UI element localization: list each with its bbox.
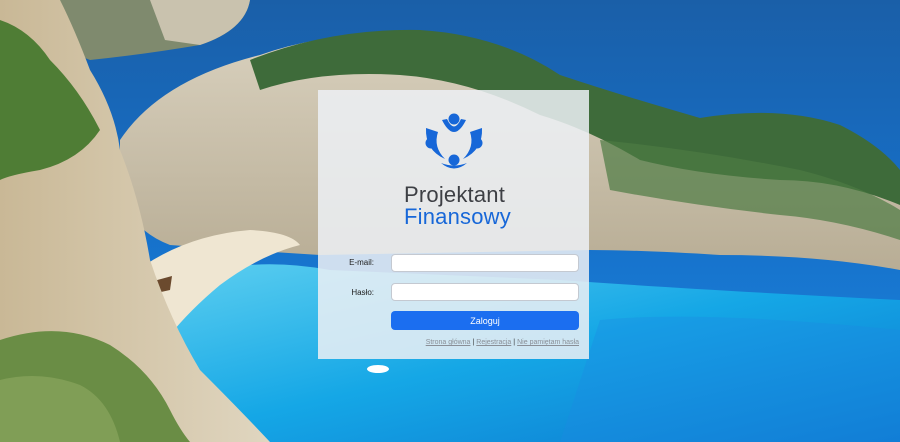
login-panel: Projektant Finansowy E-mail: Hasło: Zalo… [318,90,589,359]
password-label: Hasło: [351,288,374,297]
register-link[interactable]: Rejestracja [476,339,511,346]
forgot-password-link[interactable]: Nie pamiętam hasła [517,339,579,346]
footer-links: Strona główna | Rejestracja | Nie pamiętam h… [426,339,579,346]
home-page-link[interactable]: Strona główna [426,339,471,346]
email-field[interactable] [391,254,579,272]
link-separator: | [513,339,516,346]
brand-name-line2: Finansowy [404,204,511,229]
password-field[interactable] [391,283,579,301]
login-button[interactable]: Zaloguj [391,311,579,330]
three-people-logo-icon [425,113,483,169]
email-label: E-mail: [349,258,374,267]
link-separator: | [472,339,475,346]
